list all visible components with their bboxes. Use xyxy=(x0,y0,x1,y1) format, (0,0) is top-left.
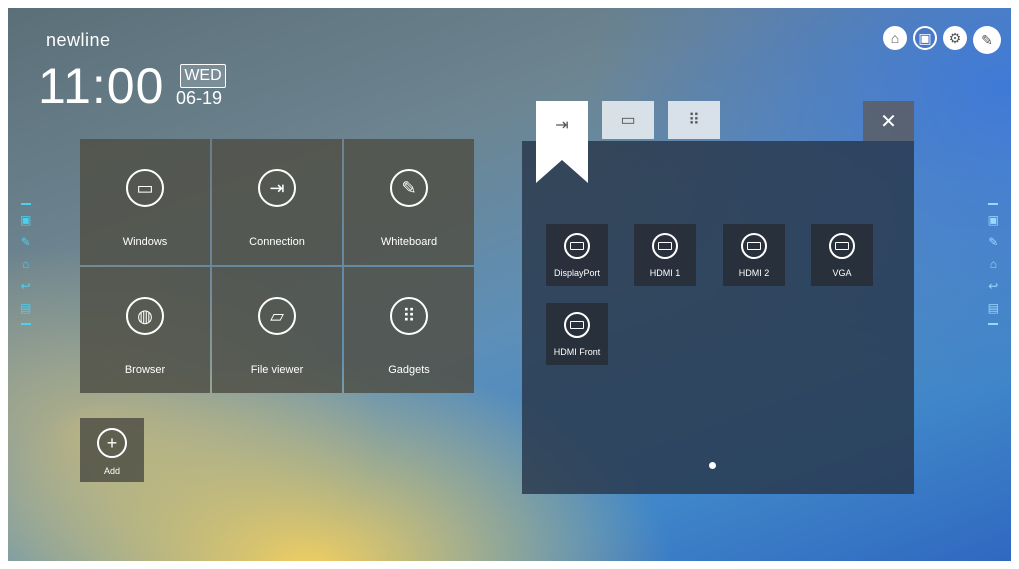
source-label: HDMI 2 xyxy=(738,268,770,278)
plus-icon: + xyxy=(97,428,127,458)
app-tile-file-viewer[interactable]: ▱ File viewer xyxy=(212,267,342,393)
app-tile-browser[interactable]: ◍ Browser xyxy=(80,267,210,393)
app-label: Windows xyxy=(122,236,168,248)
source-vga[interactable]: VGA xyxy=(811,224,873,286)
note-icon[interactable]: ✎ xyxy=(973,26,1001,54)
clock-date: 06-19 xyxy=(176,88,223,108)
source-hdmi-1[interactable]: HDMI 1 xyxy=(634,224,696,286)
hdmi-icon xyxy=(741,233,767,259)
back-icon[interactable]: ↩ xyxy=(988,279,998,293)
right-sidebar-tools: ▣ ✎ ⌂ ↩ ▤ xyxy=(988,203,999,325)
folder-icon: ▱ xyxy=(258,297,296,335)
pc-icon: ▭ xyxy=(126,169,164,207)
left-sidebar-tools: ▣ ✎ ⌂ ↩ ▤ xyxy=(20,203,31,325)
app-label: Gadgets xyxy=(388,364,430,376)
tab-apps[interactable]: ⠿ xyxy=(668,101,720,139)
displayport-icon xyxy=(564,233,590,259)
apps-grid-icon: ⠿ xyxy=(390,297,428,335)
pen-icon[interactable]: ✎ xyxy=(988,235,998,249)
source-displayport[interactable]: DisplayPort xyxy=(546,224,608,286)
app-grid: ▭ Windows ⇥ Connection ✎ Whiteboard ◍ Br… xyxy=(80,139,474,393)
desktop-screen: newline 11:00 WED 06-19 ⌂ ▣ ⚙ ✎ ▭ Window… xyxy=(8,8,1011,561)
source-label: VGA xyxy=(832,268,852,278)
tab-display[interactable]: ▭ xyxy=(602,101,654,139)
page-indicator-dot xyxy=(709,462,716,469)
home-icon[interactable]: ⌂ xyxy=(22,257,29,271)
top-toolbar: ⌂ ▣ ⚙ ✎ xyxy=(883,26,1001,54)
globe-icon: ◍ xyxy=(126,297,164,335)
source-hdmi-front[interactable]: HDMI Front xyxy=(546,303,608,365)
source-label: DisplayPort xyxy=(553,268,600,278)
tab-input-source[interactable]: ⇥ xyxy=(536,101,588,183)
clock-day: WED xyxy=(180,64,226,88)
screen-icon[interactable]: ▣ xyxy=(20,213,31,227)
back-icon[interactable]: ↩ xyxy=(21,279,31,293)
app-label: Connection xyxy=(249,236,305,248)
source-label: HDMI 1 xyxy=(649,268,681,278)
source-icon[interactable]: ▤ xyxy=(988,301,999,315)
brand-logo: newline xyxy=(46,30,111,50)
source-panel-tabs: ⇥ ▭ ⠿ xyxy=(536,101,720,183)
source-hdmi-2[interactable]: HDMI 2 xyxy=(723,224,785,286)
clock-time: 11:00 xyxy=(38,58,165,114)
gear-icon[interactable]: ⚙ xyxy=(943,26,967,50)
source-icon[interactable]: ▤ xyxy=(20,301,31,315)
monitor-icon[interactable]: ▣ xyxy=(913,26,937,50)
add-app-button[interactable]: + Add xyxy=(80,418,144,482)
app-tile-windows[interactable]: ▭ Windows xyxy=(80,139,210,265)
screen-icon[interactable]: ▣ xyxy=(988,213,999,227)
app-label: Whiteboard xyxy=(380,236,438,248)
app-label: Browser xyxy=(124,364,166,376)
home-icon[interactable]: ⌂ xyxy=(990,257,997,271)
input-icon: ⇥ xyxy=(258,169,296,207)
app-label: File viewer xyxy=(250,364,304,376)
close-panel-button[interactable]: ✕ xyxy=(863,101,914,141)
lock-icon[interactable]: ⌂ xyxy=(883,26,907,50)
add-label: Add xyxy=(103,466,120,476)
vga-icon xyxy=(829,233,855,259)
app-tile-gadgets[interactable]: ⠿ Gadgets xyxy=(344,267,474,393)
hdmi-icon xyxy=(564,312,590,338)
pen-icon[interactable]: ✎ xyxy=(21,235,31,249)
source-label: HDMI Front xyxy=(553,347,601,357)
app-tile-connection[interactable]: ⇥ Connection xyxy=(212,139,342,265)
app-tile-whiteboard[interactable]: ✎ Whiteboard xyxy=(344,139,474,265)
pen-icon: ✎ xyxy=(390,169,428,207)
hdmi-icon xyxy=(652,233,678,259)
